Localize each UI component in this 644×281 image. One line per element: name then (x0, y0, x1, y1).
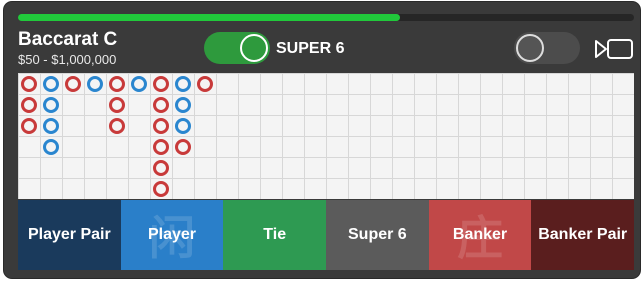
bet-label: Banker Pair (538, 226, 628, 243)
banker-bead (21, 118, 37, 134)
bet-player-pair-button[interactable]: Player Pair (18, 200, 121, 270)
bet-spots-row: Player Pair 闲 Player Tie Super 6 庄 Banker Banke… (18, 200, 635, 270)
round-progress-fill (18, 14, 400, 21)
player-bead (175, 97, 191, 113)
banker-bead (153, 118, 169, 134)
video-camera-icon[interactable] (594, 38, 634, 60)
player-bead (43, 97, 59, 113)
player-bead (43, 139, 59, 155)
bet-tie-button[interactable]: Tie (223, 200, 327, 270)
player-bead (87, 76, 103, 92)
bet-label: Player (147, 226, 197, 243)
banker-bead (109, 118, 125, 134)
bet-banker-button[interactable]: 庄 Banker (428, 200, 532, 270)
super6-toggle-label: SUPER 6 (276, 40, 345, 57)
bet-label: Super 6 (348, 226, 407, 243)
secondary-toggle-knob (516, 34, 544, 62)
super6-toggle[interactable] (204, 32, 270, 64)
banker-bead (21, 76, 37, 92)
table-title: Baccarat C (18, 29, 118, 50)
bet-label: Banker (452, 226, 508, 243)
bet-limits: $50 - $1,000,000 (18, 52, 117, 67)
banker-bead (109, 76, 125, 92)
bet-banker-pair-button[interactable]: Banker Pair (531, 200, 635, 270)
banker-bead (153, 97, 169, 113)
player-bead (131, 76, 147, 92)
banker-bead (153, 181, 169, 197)
bet-label: Player Pair (27, 226, 111, 243)
bet-player-button[interactable]: 闲 Player (120, 200, 224, 270)
banker-bead (175, 139, 191, 155)
baccarat-table-card[interactable]: Baccarat C $50 - $1,000,000 SUPER 6 Play… (4, 2, 640, 278)
player-bead (43, 76, 59, 92)
banker-bead (153, 139, 169, 155)
bet-super-6-button[interactable]: Super 6 (326, 200, 429, 270)
banker-bead (153, 160, 169, 176)
banker-bead (197, 76, 213, 92)
player-bead (175, 76, 191, 92)
player-bead (43, 118, 59, 134)
player-bead (175, 118, 191, 134)
banker-bead (65, 76, 81, 92)
bet-label: Tie (263, 226, 287, 243)
secondary-toggle[interactable] (514, 32, 580, 64)
super6-toggle-knob (240, 34, 268, 62)
banker-bead (109, 97, 125, 113)
banker-bead (21, 97, 37, 113)
bead-road-grid (18, 73, 634, 199)
banker-bead (153, 76, 169, 92)
round-progress-bar (18, 14, 634, 21)
